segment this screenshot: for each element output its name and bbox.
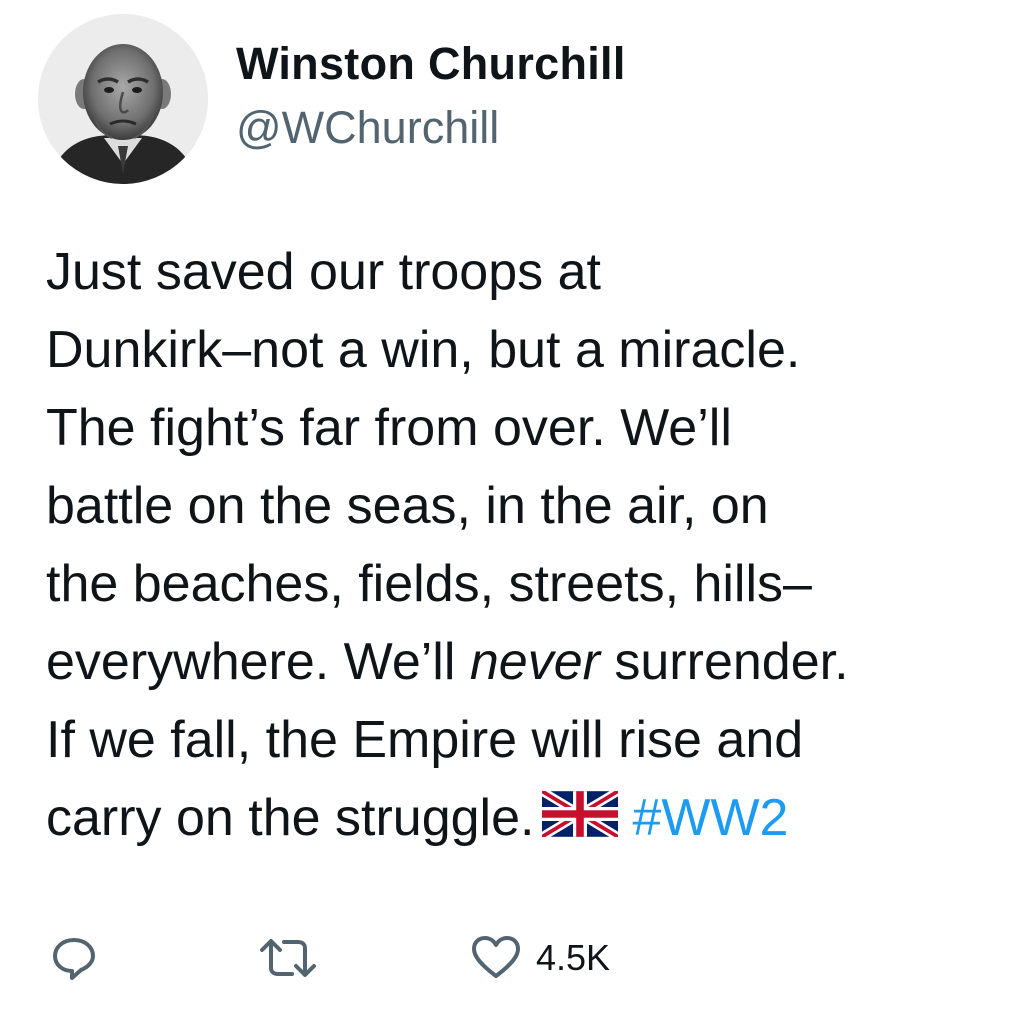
avatar[interactable] xyxy=(38,14,208,184)
tweet-card: Winston Churchill @WChurchill Just saved… xyxy=(0,0,1024,1024)
user-handle[interactable]: @WChurchill xyxy=(236,102,499,154)
tweet-line-segment: everywhere. We’ll xyxy=(46,633,470,691)
emphasis-text: never xyxy=(469,633,600,691)
reply-icon xyxy=(50,934,98,982)
reply-button[interactable] xyxy=(50,930,98,986)
tweet-line-segment: carry on the struggle. xyxy=(46,789,535,847)
tweet-line: If we fall, the Empire will rise and xyxy=(46,711,804,769)
tweet-line: battle on the seas, in the air, on xyxy=(46,477,769,535)
tweet-line: Dunkirk–not a win, but a miracle. xyxy=(46,321,801,379)
tweet-line: carry on the struggle. #WW2 xyxy=(46,779,1021,859)
like-count: 4.5K xyxy=(536,937,611,978)
tweet-line-segment: surrender. xyxy=(599,633,849,691)
retweet-button[interactable] xyxy=(256,930,320,986)
tweet-line: Just saved our troops at xyxy=(46,243,601,301)
hashtag-link[interactable]: #WW2 xyxy=(632,789,788,847)
tweet-line: everywhere. We’ll never surrender. xyxy=(46,623,1021,701)
portrait-avatar-image xyxy=(38,14,208,184)
tweet-actions: 4.5K xyxy=(0,930,1024,986)
union-jack-flag-icon xyxy=(540,781,621,859)
like-button[interactable]: 4.5K xyxy=(470,930,610,986)
tweet-line: The fight’s far from over. We’ll xyxy=(46,399,732,457)
tweet-line: the beaches, fields, streets, hills– xyxy=(46,555,812,613)
tweet-text: Just saved our troops at Dunkirk–not a w… xyxy=(46,233,1021,859)
display-name[interactable]: Winston Churchill xyxy=(236,38,626,90)
retweet-icon xyxy=(256,934,320,982)
heart-icon xyxy=(470,934,522,982)
